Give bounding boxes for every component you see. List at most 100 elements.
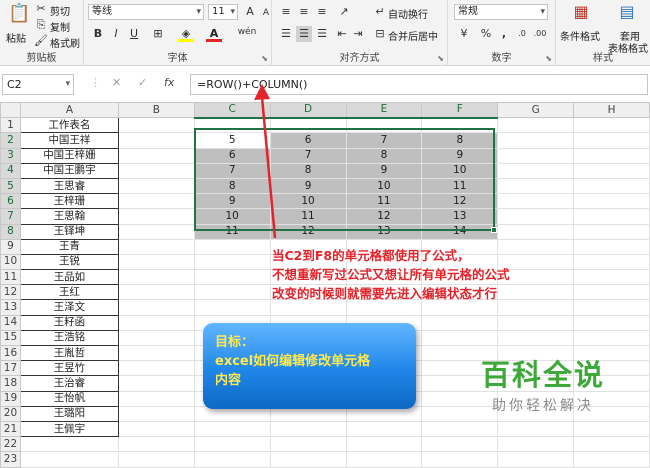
cell-h[interactable]: [573, 314, 650, 331]
cell-g[interactable]: [497, 208, 575, 225]
cell-h[interactable]: [573, 253, 650, 271]
cell-b[interactable]: [117, 162, 195, 179]
cell-a[interactable]: 王红: [19, 284, 119, 301]
cell-a[interactable]: 中国王鹏宇: [19, 162, 119, 179]
cell-c[interactable]: [193, 117, 271, 134]
cell-a[interactable]: 王锐: [19, 253, 119, 271]
cell-a[interactable]: 王品如: [19, 269, 119, 286]
cell-f[interactable]: 10: [421, 162, 499, 179]
fill-handle[interactable]: [491, 227, 497, 233]
cell-f[interactable]: [421, 117, 499, 134]
cell-h[interactable]: [573, 117, 650, 134]
cell-b[interactable]: [117, 329, 195, 347]
column-header[interactable]: G: [497, 101, 575, 119]
cell-f[interactable]: [421, 314, 499, 331]
cell-g[interactable]: [497, 162, 575, 179]
cell-h[interactable]: [573, 193, 650, 210]
cell-h[interactable]: [573, 223, 650, 240]
column-header[interactable]: E: [345, 101, 423, 119]
borders-icon[interactable]: ⊞: [150, 26, 166, 42]
cell-a[interactable]: 王胤哲: [19, 344, 119, 362]
cell-d[interactable]: 11: [269, 208, 347, 225]
cell-e[interactable]: 7: [345, 132, 423, 149]
cell-a[interactable]: 王思翰: [19, 208, 119, 225]
row-header[interactable]: 18: [0, 375, 21, 392]
cell-f[interactable]: 12: [421, 193, 499, 210]
cell-c[interactable]: 9: [193, 193, 271, 210]
font-name-select[interactable]: 等线: [88, 4, 204, 20]
cell-f[interactable]: [421, 451, 499, 468]
cell-c[interactable]: 10: [193, 208, 271, 225]
formula-input[interactable]: =ROW()+COLUMN(): [190, 74, 648, 95]
cell-g[interactable]: [497, 420, 575, 438]
row-header[interactable]: 1: [0, 117, 21, 134]
cell-a[interactable]: 工作表名: [19, 117, 119, 134]
cell-a[interactable]: 王梓珊: [19, 193, 119, 210]
column-header[interactable]: A: [19, 101, 119, 119]
cancel-icon[interactable]: ✕: [112, 76, 121, 89]
cell-h[interactable]: [573, 177, 650, 195]
cell-e[interactable]: 8: [345, 147, 423, 164]
cell-c[interactable]: 7: [193, 162, 271, 179]
align-center-icon[interactable]: ☰: [296, 26, 312, 42]
cell-e[interactable]: 9: [345, 162, 423, 179]
align-left-icon[interactable]: ☰: [278, 26, 294, 42]
cell-b[interactable]: [117, 451, 195, 468]
cell-h[interactable]: [573, 147, 650, 164]
row-header[interactable]: 21: [0, 420, 21, 438]
cell-d[interactable]: 8: [269, 162, 347, 179]
cell-a[interactable]: 王泽文: [19, 299, 119, 316]
column-header[interactable]: B: [117, 101, 195, 119]
cell-b[interactable]: [117, 117, 195, 134]
cell-b[interactable]: [117, 375, 195, 392]
cell-f[interactable]: [421, 420, 499, 438]
cell-a[interactable]: 中国王梓姗: [19, 147, 119, 164]
font-color-icon[interactable]: A: [206, 26, 222, 42]
cell-h[interactable]: [573, 269, 650, 286]
cell-a[interactable]: 王思睿: [19, 177, 119, 195]
cell-a[interactable]: 中国王祥: [19, 132, 119, 149]
cell-b[interactable]: [117, 253, 195, 271]
align-right-icon[interactable]: ☰: [314, 26, 330, 42]
cell-a[interactable]: 王浩铭: [19, 329, 119, 347]
conditional-format-icon[interactable]: ▦: [570, 4, 592, 26]
cell-a[interactable]: 王璐阳: [19, 405, 119, 422]
decrease-indent-icon[interactable]: ⇤: [334, 26, 350, 42]
cell-c[interactable]: 8: [193, 177, 271, 195]
cell-c[interactable]: [193, 238, 271, 255]
increase-decimal-icon[interactable]: .0: [514, 26, 530, 42]
row-header[interactable]: 16: [0, 344, 21, 362]
cell-b[interactable]: [117, 360, 195, 377]
cell-g[interactable]: [497, 193, 575, 210]
cell-e[interactable]: [345, 451, 423, 468]
cell-g[interactable]: [497, 177, 575, 195]
cut-button[interactable]: 剪切: [50, 3, 70, 18]
cell-h[interactable]: [573, 238, 650, 255]
column-header[interactable]: D: [269, 101, 347, 119]
row-header[interactable]: 13: [0, 299, 21, 316]
row-header[interactable]: 4: [0, 162, 21, 179]
cell-g[interactable]: [497, 147, 575, 164]
cell-c[interactable]: [193, 420, 271, 438]
cell-h[interactable]: [573, 420, 650, 438]
cell-a[interactable]: [19, 436, 119, 453]
cell-h[interactable]: [573, 132, 650, 149]
paste-icon[interactable]: 📋: [8, 5, 30, 28]
cell-f[interactable]: 14: [421, 223, 499, 240]
cell-d[interactable]: [269, 420, 347, 438]
row-header[interactable]: 14: [0, 314, 21, 331]
cell-a[interactable]: 王怡帆: [19, 390, 119, 407]
row-header[interactable]: 2: [0, 132, 21, 149]
cell-d[interactable]: [269, 451, 347, 468]
cell-b[interactable]: [117, 147, 195, 164]
cell-e[interactable]: [345, 117, 423, 134]
cell-e[interactable]: [345, 436, 423, 453]
cell-a[interactable]: 王治睿: [19, 375, 119, 392]
cell-b[interactable]: [117, 405, 195, 422]
format-painter-button[interactable]: 格式刷: [50, 35, 80, 50]
number-format-select[interactable]: 常规: [454, 4, 548, 20]
cell-f[interactable]: 9: [421, 147, 499, 164]
cell-b[interactable]: [117, 299, 195, 316]
row-header[interactable]: 22: [0, 436, 21, 453]
row-header[interactable]: 20: [0, 405, 21, 422]
